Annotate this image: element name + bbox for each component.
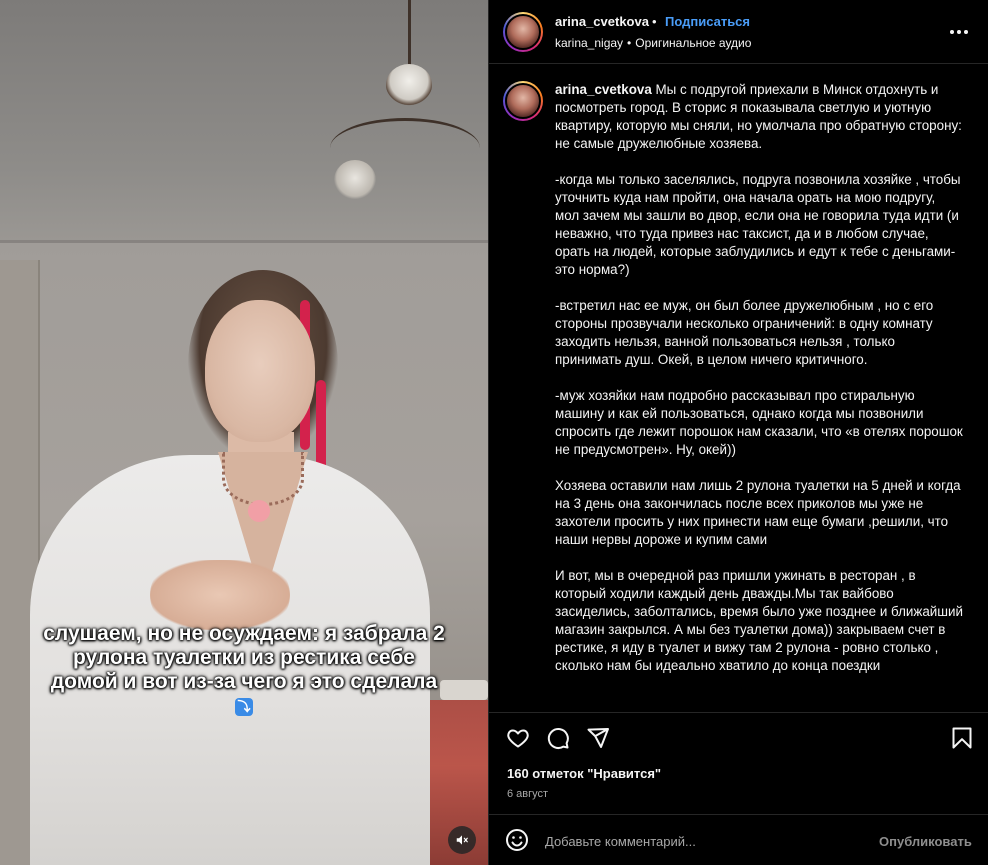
original-audio-link[interactable]: Оригинальное аудио <box>635 36 751 50</box>
header-separator: • <box>652 14 657 29</box>
caption-author-avatar[interactable] <box>503 81 543 121</box>
author-username[interactable]: arina_cvetkova <box>555 14 649 29</box>
caption-author-avatar-image <box>505 83 541 119</box>
likes-count[interactable]: 160 отметок "Нравится" <box>507 766 661 781</box>
lamp-shade <box>334 160 376 200</box>
hair-ribbon-right-lower <box>316 380 326 470</box>
video-caption: слушаем, но не осуждаем: я забрала 2 рул… <box>40 622 448 718</box>
mute-button[interactable] <box>448 826 476 854</box>
emoji-icon <box>506 829 528 851</box>
arrow-down-emoji-icon: ⤵ <box>235 698 253 716</box>
comment-button[interactable] <box>545 725 571 751</box>
publish-button[interactable]: Опубликовать <box>879 834 972 849</box>
post-comments-area[interactable]: arina_cvetkova Мы с подругой приехали в … <box>489 65 988 710</box>
more-horizontal-icon <box>950 30 968 34</box>
post-header: arina_cvetkova • Подписаться karina_niga… <box>489 0 988 64</box>
comment-input[interactable] <box>545 827 865 855</box>
comment-icon <box>547 728 569 749</box>
more-options-button[interactable] <box>947 22 971 42</box>
ceiling-lamp <box>386 64 432 106</box>
heart-icon <box>507 729 529 748</box>
like-button[interactable] <box>505 725 531 751</box>
volume-muted-icon <box>456 835 468 845</box>
audio-author-link[interactable]: karina_nigay <box>555 36 623 50</box>
caption-text: Мы с подругой приехали в Минск отдохнуть… <box>555 82 963 673</box>
post-date[interactable]: 6 август <box>507 788 548 800</box>
pearl-necklace <box>222 452 304 506</box>
author-avatar[interactable] <box>503 12 543 52</box>
lamp-chain <box>408 0 411 70</box>
audio-separator: • <box>627 36 632 50</box>
person-face <box>205 300 315 442</box>
comment-bar: Опубликовать <box>489 814 988 865</box>
follow-button[interactable]: Подписаться <box>665 14 750 29</box>
video-caption-text: слушаем, но не осуждаем: я забрала 2 рул… <box>43 622 445 693</box>
action-bar <box>489 712 988 762</box>
audio-info: karina_nigay • Оригинальное аудио <box>555 36 751 50</box>
author-avatar-image <box>505 14 541 50</box>
post-panel: arina_cvetkova • Подписаться karina_niga… <box>488 0 988 865</box>
wall-edge <box>0 240 488 243</box>
share-button[interactable] <box>585 725 611 751</box>
caption-username[interactable]: arina_cvetkova <box>555 82 652 97</box>
post-media-video[interactable]: слушаем, но не осуждаем: я забрала 2 рул… <box>0 0 488 865</box>
bookmark-icon <box>952 727 972 749</box>
emoji-button[interactable] <box>505 828 531 854</box>
person-hands <box>150 560 290 630</box>
share-icon <box>587 728 609 748</box>
save-button[interactable] <box>949 725 975 751</box>
post-caption: arina_cvetkova Мы с подругой приехали в … <box>555 81 963 675</box>
